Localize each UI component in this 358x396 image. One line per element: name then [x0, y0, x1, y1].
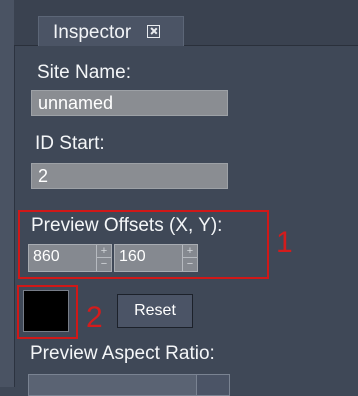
- preview-offsets-label: Preview Offsets (X, Y):: [31, 215, 223, 236]
- offset-x-stepper[interactable]: + −: [96, 245, 111, 271]
- stepper-up-icon[interactable]: +: [97, 245, 111, 258]
- preview-aspect-label: Preview Aspect Ratio:: [30, 343, 215, 364]
- tab-inspector[interactable]: Inspector: [38, 16, 184, 46]
- site-name-input[interactable]: unnamed: [31, 90, 228, 116]
- tab-bar: Inspector: [14, 0, 358, 46]
- annotation-marker-1: 1: [276, 226, 293, 259]
- offset-x-field[interactable]: 860 + −: [28, 244, 112, 272]
- id-start-input[interactable]: 2: [31, 163, 228, 189]
- stepper-down-icon[interactable]: −: [183, 258, 197, 271]
- inspector-window: Inspector Site Name: unnamed ID Start: 2…: [0, 0, 358, 396]
- site-name-label: Site Name:: [37, 62, 131, 83]
- tab-inspector-label: Inspector: [53, 22, 132, 43]
- reset-button[interactable]: Reset: [117, 294, 193, 328]
- offset-y-stepper[interactable]: + −: [182, 245, 197, 271]
- offset-x-value: 860: [33, 248, 60, 265]
- id-start-label: ID Start:: [35, 133, 105, 154]
- stepper-down-icon[interactable]: −: [97, 258, 111, 271]
- offset-y-value: 160: [119, 248, 146, 265]
- offset-y-field[interactable]: 160 + −: [114, 244, 198, 272]
- close-icon[interactable]: [147, 25, 160, 38]
- aspect-ratio-dropdown-button[interactable]: [196, 374, 230, 396]
- color-swatch[interactable]: [23, 290, 69, 332]
- stepper-up-icon[interactable]: +: [183, 245, 197, 258]
- annotation-marker-2: 2: [86, 301, 103, 334]
- left-gutter: [0, 0, 15, 387]
